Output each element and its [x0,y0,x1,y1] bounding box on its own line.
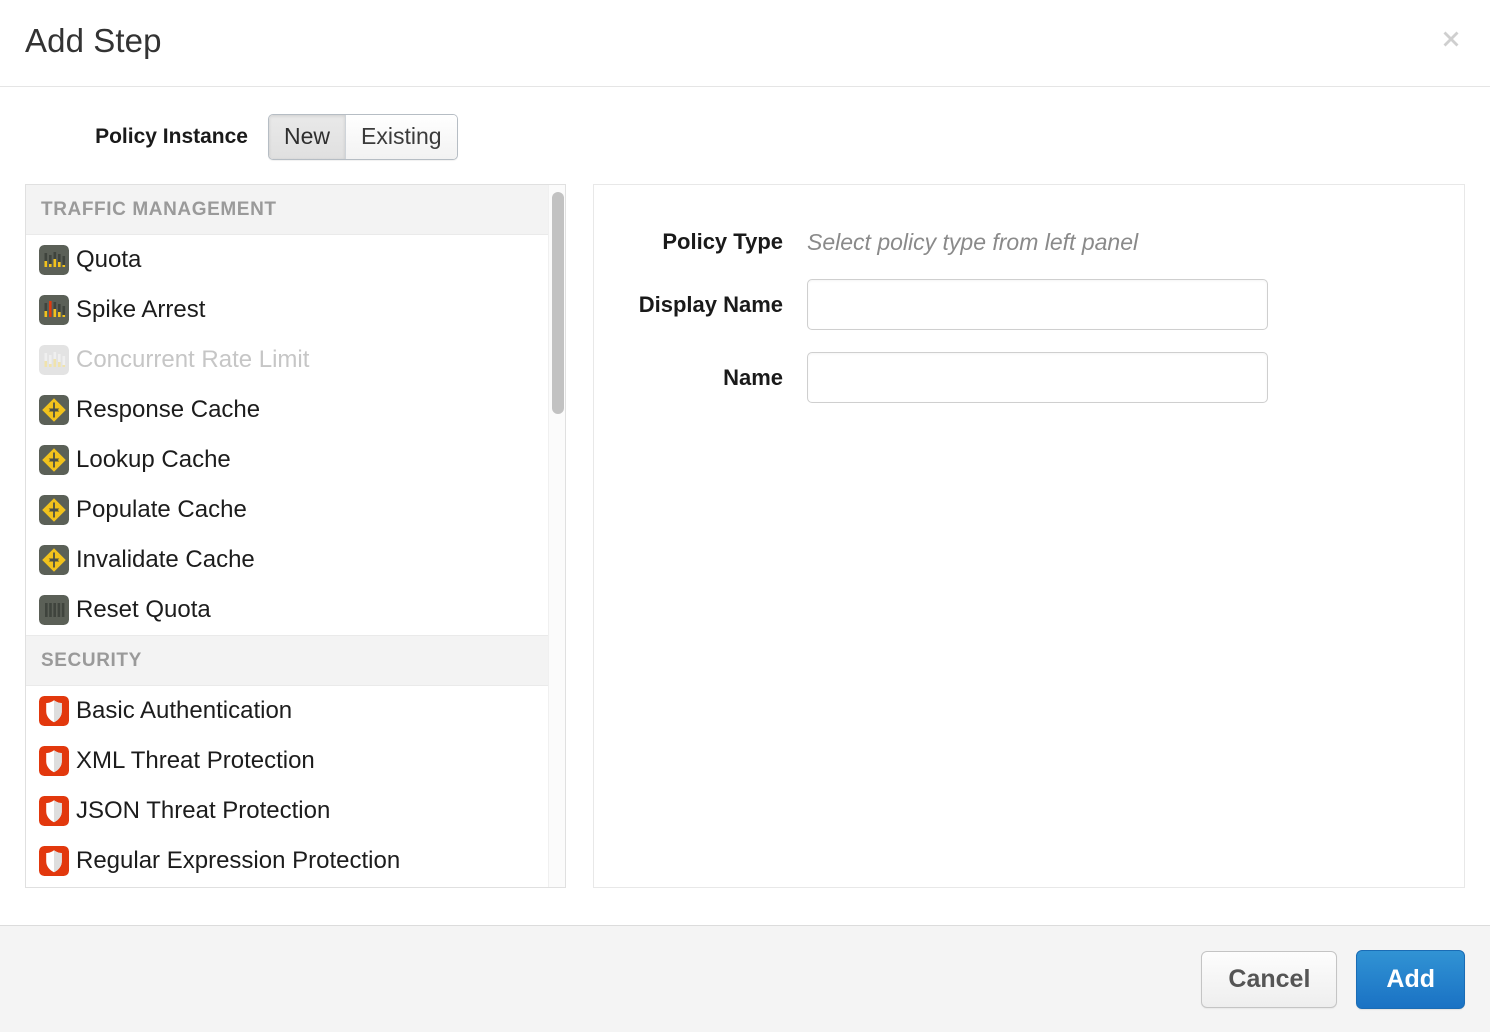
policy-instance-row: Policy Instance New Existing [0,114,458,160]
display-name-row: Display Name [594,279,1464,330]
cache-diamond-icon [39,545,69,575]
cache-diamond-icon [39,395,69,425]
close-icon[interactable] [1434,22,1468,56]
policy-list-item[interactable]: Quota [26,235,565,285]
policy-instance-toggle[interactable]: New Existing [268,114,458,160]
policy-instance-label: Policy Instance [0,124,268,150]
policy-list-item-label: Quota [76,245,141,275]
reset-bars-icon [39,595,69,625]
policy-list-item[interactable]: Response Cache [26,385,565,435]
policy-list-item-label: Concurrent Rate Limit [76,345,309,375]
policy-list-item-label: Basic Authentication [76,696,292,726]
policy-list-item[interactable]: XML Threat Protection [26,736,565,786]
policy-list-item[interactable]: Spike Arrest [26,285,565,335]
policy-list[interactable]: TRAFFIC MANAGEMENT Quota Spike Arrest Concu… [26,185,565,887]
policy-group-header: SECURITY [26,635,565,686]
cache-diamond-icon [39,445,69,475]
scrollbar-thumb[interactable] [552,192,564,414]
policy-list-item: Concurrent Rate Limit [26,335,565,385]
policy-form-panel: Policy Type Select policy type from left… [593,184,1465,888]
policy-list-item[interactable]: Populate Cache [26,485,565,535]
toggle-new-button[interactable]: New [269,115,345,159]
policy-list-item[interactable]: JSON Threat Protection [26,786,565,836]
policy-list-panel: TRAFFIC MANAGEMENT Quota Spike Arrest Concu… [25,184,566,888]
add-step-dialog: Add Step Policy Instance New Existing TR… [0,0,1490,1032]
policy-group-header: TRAFFIC MANAGEMENT [26,185,565,235]
shield-icon [39,746,69,776]
policy-list-item-label: Populate Cache [76,495,247,525]
display-name-input[interactable] [807,279,1268,330]
cancel-button[interactable]: Cancel [1201,951,1337,1008]
policy-list-item-label: Reset Quota [76,595,211,625]
policy-list-item[interactable]: Regular Expression Protection [26,836,565,886]
add-button[interactable]: Add [1356,950,1465,1009]
close-glyph [1439,27,1463,51]
dialog-footer: Cancel Add [0,925,1490,1032]
policy-list-item-label: Invalidate Cache [76,545,255,575]
bar-chart-icon [39,345,69,375]
policy-type-row: Policy Type Select policy type from left… [594,227,1464,257]
policy-list-item[interactable]: Lookup Cache [26,435,565,485]
shield-icon [39,696,69,726]
panels-container: TRAFFIC MANAGEMENT Quota Spike Arrest Concu… [25,184,1465,888]
name-label: Name [594,364,807,392]
policy-list-scrollbar[interactable] [548,185,565,888]
page-title: Add Step [25,20,162,62]
cache-diamond-icon [39,495,69,525]
shield-icon [39,846,69,876]
bar-chart-icon [39,245,69,275]
policy-list-item-label: Response Cache [76,395,260,425]
policy-list-item-label: Spike Arrest [76,295,205,325]
name-input[interactable] [807,352,1268,403]
display-name-label: Display Name [594,291,807,319]
toggle-existing-button[interactable]: Existing [345,115,457,159]
policy-list-item-label: JSON Threat Protection [76,796,330,826]
policy-type-label: Policy Type [594,228,807,256]
policy-list-item-label: Regular Expression Protection [76,846,400,876]
dialog-body: Policy Instance New Existing TRAFFIC MAN… [0,87,1490,925]
spike-chart-icon [39,295,69,325]
policy-list-item[interactable]: Reset Quota [26,585,565,635]
policy-list-item-label: XML Threat Protection [76,746,315,776]
policy-list-item-label: Lookup Cache [76,445,231,475]
shield-icon [39,796,69,826]
policy-type-value: Select policy type from left panel [807,227,1138,257]
name-row: Name [594,352,1464,403]
policy-list-item[interactable]: Basic Authentication [26,686,565,736]
policy-list-item[interactable]: Invalidate Cache [26,535,565,585]
dialog-header: Add Step [0,0,1490,87]
